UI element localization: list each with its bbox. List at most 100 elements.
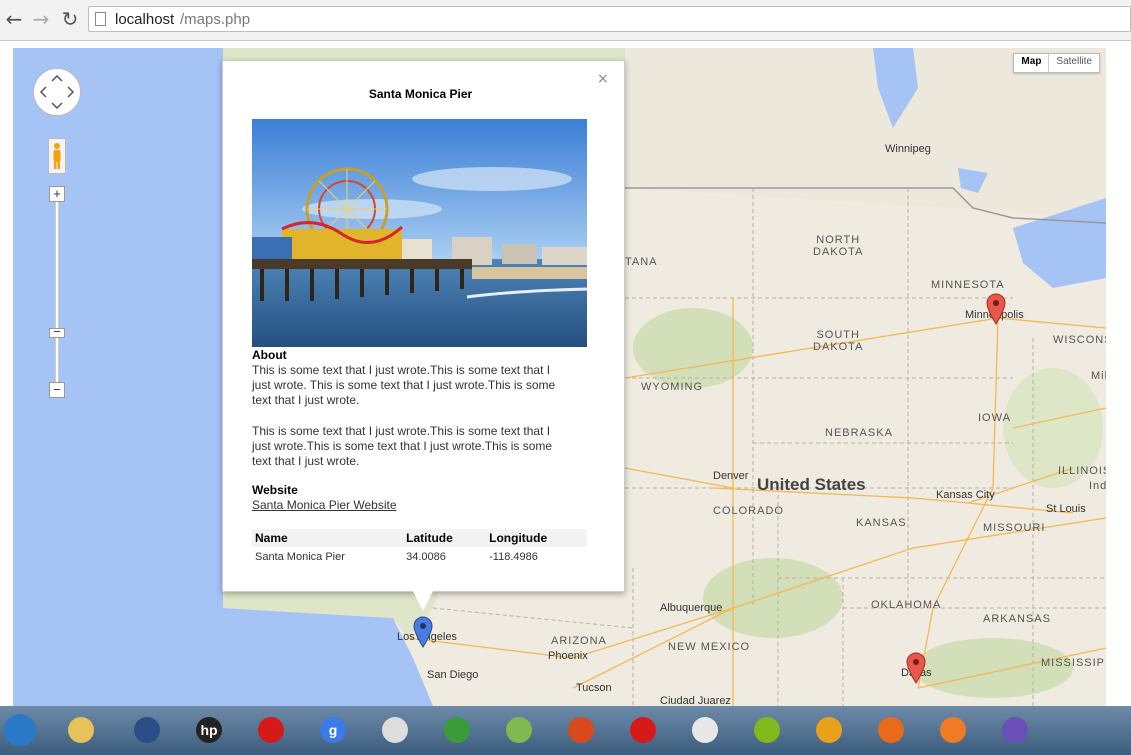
info-window: × Santa Monica Pier About This is some t… [222, 60, 625, 592]
presentation-app-icon [568, 717, 594, 743]
taskbar-button[interactable] [868, 710, 912, 750]
table-cell-longitude: -118.4986 [489, 551, 538, 563]
taskbar-button[interactable]: g [310, 710, 354, 750]
country-label: United States [757, 475, 866, 494]
map-type-map-button[interactable]: Map [1014, 54, 1050, 72]
url-path: /maps.php [180, 11, 251, 28]
north-dakota-label: NORTH DAKOTA [813, 234, 864, 258]
about-paragraph-2: This is some text that I just wrote.This… [252, 424, 553, 468]
taskbar-button[interactable] [124, 710, 168, 750]
check-app-icon [134, 717, 160, 743]
nebraska-label: NEBRASKA [825, 427, 893, 439]
taskbar-button[interactable] [930, 710, 974, 750]
minnesota-label: MINNESOTA [931, 279, 1005, 291]
about-heading: About [252, 348, 287, 362]
taskbar-button[interactable] [58, 710, 102, 750]
map-canvas[interactable]: TANA NORTH DAKOTA SOUTH DAKOTA MINNESOTA… [13, 48, 1106, 706]
table-header-name: Name [252, 529, 404, 547]
xampp-icon [940, 717, 966, 743]
kansas-label: KANSAS [856, 517, 907, 529]
zoom-in-button[interactable]: + [49, 186, 65, 202]
pan-control[interactable] [33, 68, 81, 116]
city-phoenix: Phoenix [548, 650, 588, 662]
iowa-label: IOWA [978, 412, 1011, 424]
dallas-marker[interactable] [905, 652, 927, 684]
back-arrow-icon[interactable]: ← [3, 8, 25, 30]
reload-icon[interactable]: ↻ [59, 8, 81, 30]
taskbar-button[interactable] [0, 710, 44, 750]
taskbar-button[interactable] [496, 710, 540, 750]
url-host: localhost [115, 11, 175, 28]
minneapolis-marker[interactable] [985, 293, 1007, 325]
mi-label: Mil [1091, 370, 1106, 382]
opera-icon-2 [630, 717, 656, 743]
city-san-diego: San Diego [427, 669, 479, 681]
tiles-app-icon [692, 717, 718, 743]
location-table: Name Latitude Longitude Santa Monica Pie… [252, 529, 587, 567]
city-winnipeg: Winnipeg [885, 143, 931, 155]
start-button-icon [4, 714, 36, 746]
about-paragraph-1: This is some text that I just wrote.This… [252, 363, 556, 407]
illinois-label: ILLINOIS [1058, 465, 1106, 477]
taskbar-button[interactable]: hp [186, 710, 230, 750]
city-ciudad-juarez: Ciudad Juarez [660, 695, 731, 706]
city-denver: Denver [713, 470, 749, 482]
south-dakota-label: SOUTH DAKOTA [813, 329, 864, 353]
arkansas-label: ARKANSAS [983, 613, 1051, 625]
city-st-louis: St Louis [1046, 503, 1086, 515]
taskbar: hp g [0, 706, 1131, 755]
zoom-out-button[interactable]: − [49, 382, 65, 398]
los-angeles-marker[interactable] [412, 616, 434, 648]
taskbar-button[interactable] [682, 710, 726, 750]
table-header-latitude: Latitude [403, 529, 487, 547]
taskbar-button[interactable] [992, 710, 1036, 750]
ind-label: Ind [1089, 480, 1106, 492]
pan-arrows-icon [39, 74, 75, 110]
map-type-satellite-button[interactable]: Satellite [1049, 54, 1099, 72]
table-row: Santa Monica Pier 34.0086 -118.4986 [252, 547, 587, 567]
cat-app-icon [1002, 717, 1028, 743]
opera-icon [258, 717, 284, 743]
wisconsin-label: WISCONS [1053, 334, 1106, 346]
oklahoma-label: OKLAHOMA [871, 599, 942, 611]
google-search-icon: g [320, 717, 346, 743]
mississippi-label: MISSISSIPI [1041, 657, 1106, 669]
zoom-slider-handle[interactable]: − [49, 325, 65, 338]
pier-photo [252, 119, 587, 347]
wyoming-label: WYOMING [641, 381, 703, 393]
table-cell-name: Santa Monica Pier [255, 551, 345, 563]
taskbar-button[interactable] [744, 710, 788, 750]
taskbar-button[interactable] [558, 710, 602, 750]
notepad-plus-icon [506, 717, 532, 743]
close-icon[interactable]: × [597, 71, 609, 87]
colorado-label: COLORADO [713, 505, 784, 517]
address-bar[interactable]: localhost /maps.php [88, 6, 1131, 32]
file-explorer-icon [68, 717, 94, 743]
website-heading: Website [252, 483, 298, 497]
info-window-pointer [413, 591, 433, 611]
chrome-icon [444, 717, 470, 743]
page-icon [95, 12, 106, 26]
missouri-label: MISSOURI [983, 522, 1046, 534]
info-title: Santa Monica Pier [368, 87, 473, 101]
website-link[interactable]: Santa Monica Pier Website [252, 498, 397, 512]
table-header-longitude: Longitude [486, 529, 587, 547]
taskbar-button[interactable] [248, 710, 292, 750]
browser-toolbar: ← → ↻ localhost /maps.php [0, 0, 1131, 41]
zoom-slider-track[interactable] [55, 186, 59, 398]
firefox-icon [878, 717, 904, 743]
taskbar-button[interactable] [806, 710, 850, 750]
taskbar-button[interactable] [434, 710, 478, 750]
city-tucson: Tucson [576, 682, 612, 694]
map-type-control: Map Satellite [1013, 53, 1100, 73]
arizona-label: ARIZONA [551, 635, 607, 647]
taskbar-button[interactable] [620, 710, 664, 750]
pegman-icon[interactable] [48, 138, 66, 174]
table-cell-latitude: 34.0086 [406, 551, 446, 563]
table-header-row: Name Latitude Longitude [252, 529, 587, 547]
forward-arrow-icon[interactable]: → [30, 8, 52, 30]
city-kansas-city: Kansas City [936, 489, 995, 501]
taskbar-button[interactable] [372, 710, 416, 750]
city-albuquerque: Albuquerque [660, 602, 723, 614]
player-icon [816, 717, 842, 743]
